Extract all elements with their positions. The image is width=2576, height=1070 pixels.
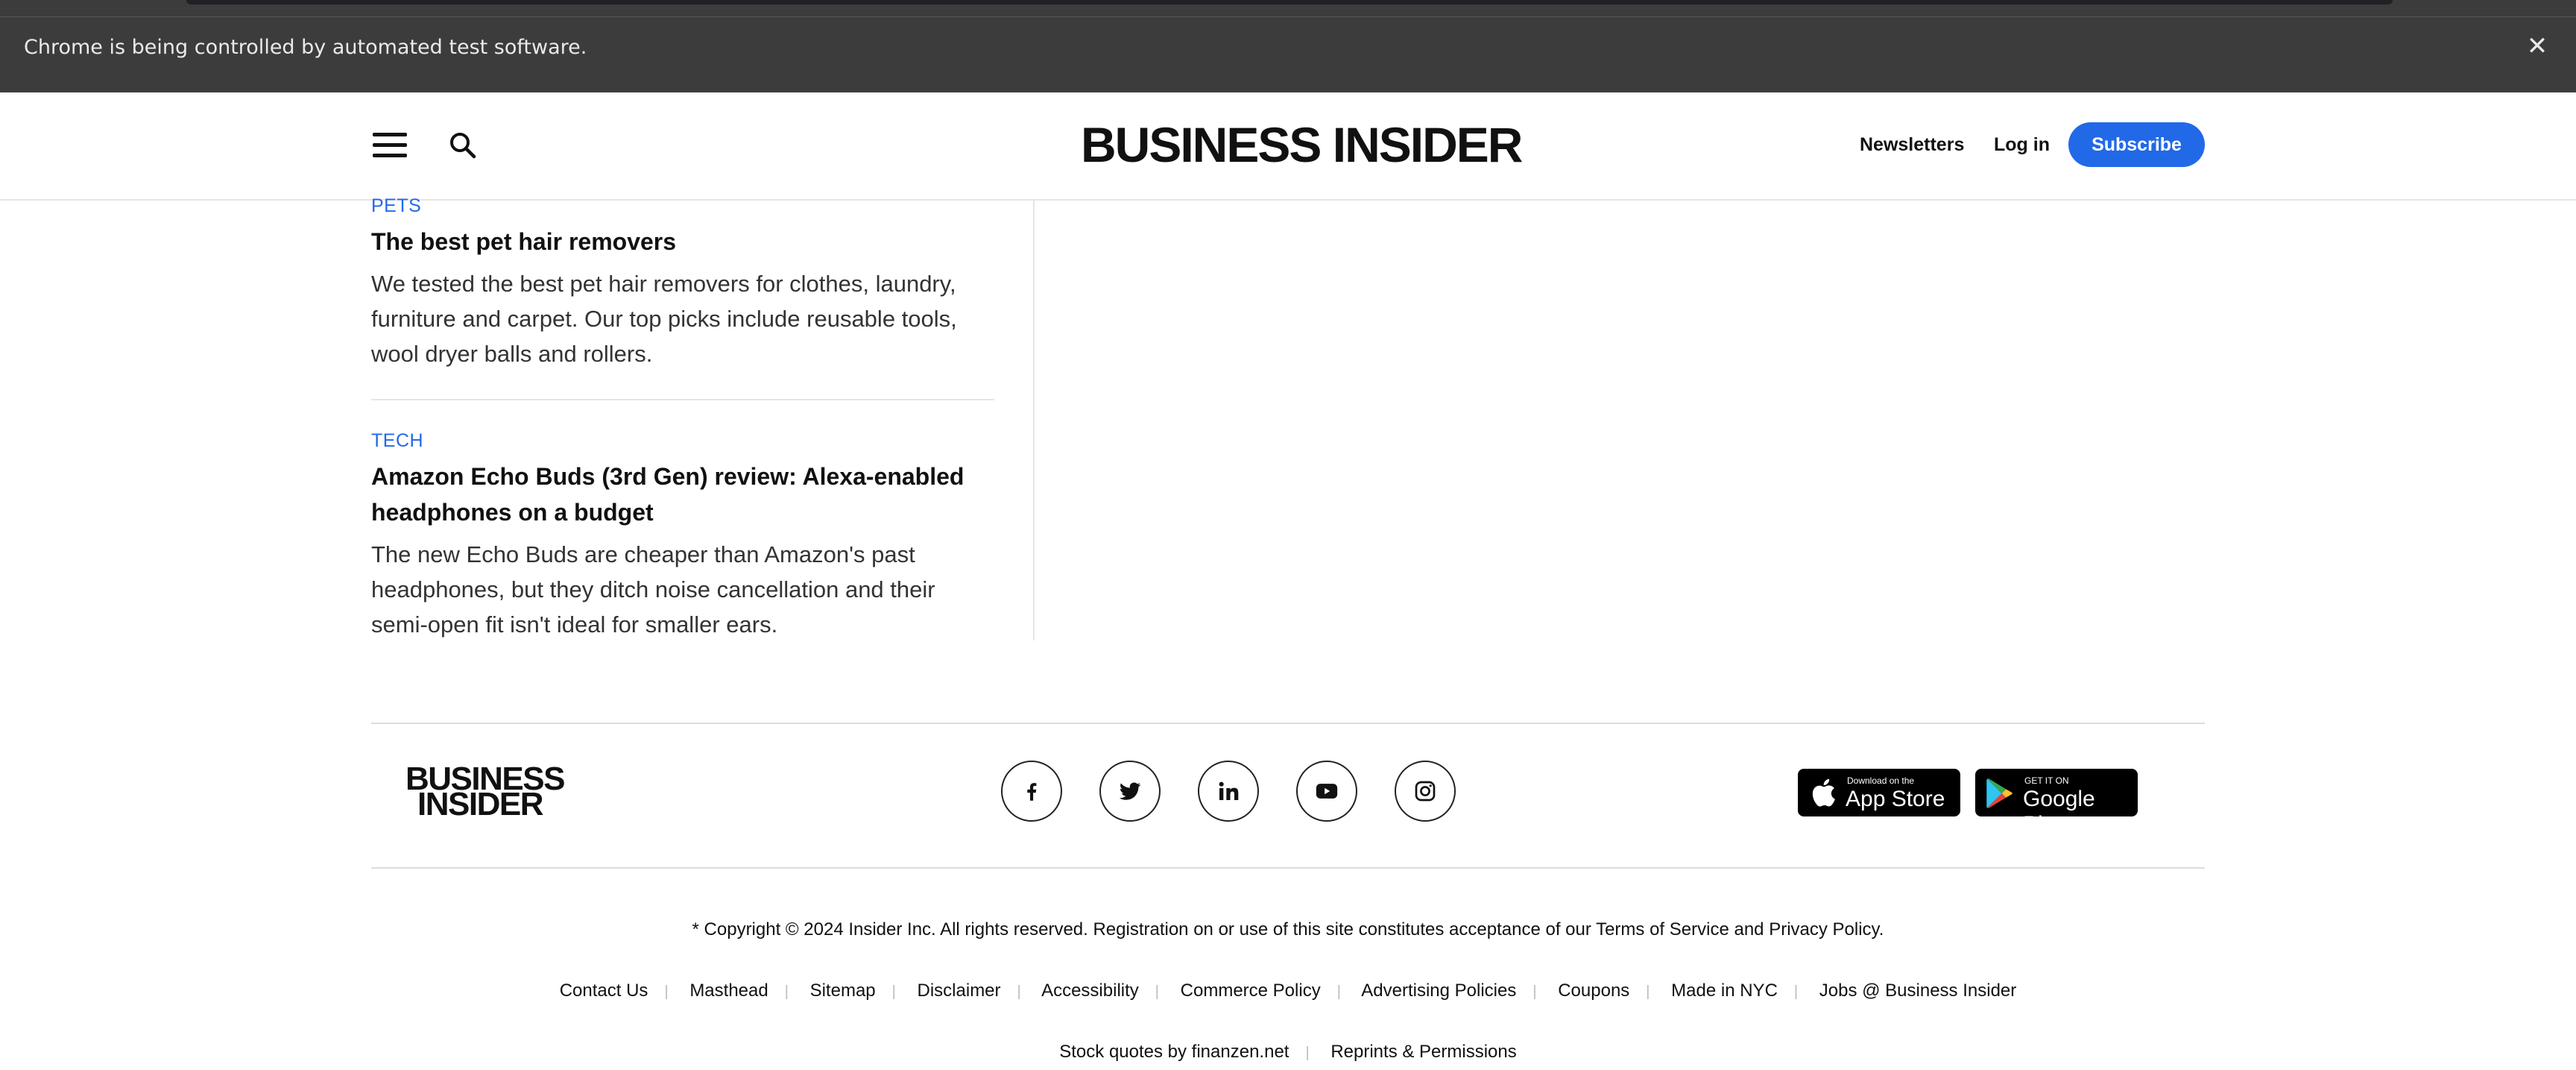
article-summary-line: headphones, but they ditch noise cancell… <box>371 576 935 602</box>
site-logo[interactable]: BUSINESS INSIDER <box>1081 118 1523 171</box>
menu-icon[interactable] <box>373 131 407 158</box>
footer-link-contact-us[interactable]: Contact Us <box>560 981 648 1001</box>
footer-logo-line: INSIDER <box>417 786 543 822</box>
app-store-small-text: Download on the <box>1847 775 1915 786</box>
article-summary: The new Echo Buds are cheaper than Amazo… <box>371 537 997 642</box>
article-category[interactable]: TECH <box>371 430 423 452</box>
footer-link-reprints[interactable]: Reprints & Permissions <box>1330 1042 1516 1062</box>
column-divider <box>1033 201 1035 641</box>
footer-link-commerce-policy[interactable]: Commerce Policy <box>1181 981 1321 1001</box>
footer-links: Contact Us | Masthead | Sitemap | Disclaime… <box>559 981 2017 1001</box>
close-icon[interactable]: ✕ <box>2524 33 2551 60</box>
youtube-icon[interactable] <box>1296 761 1357 822</box>
google-play-small-text: GET IT ON <box>2024 775 2069 786</box>
privacy-policy-link[interactable]: Privacy Policy <box>1769 919 1879 940</box>
twitter-icon[interactable] <box>1099 761 1161 822</box>
app-store-badge[interactable]: Download on the App Store <box>1798 769 1960 816</box>
copyright-period: . <box>1878 919 1884 940</box>
subscribe-button[interactable]: Subscribe <box>2068 122 2205 167</box>
instagram-icon[interactable] <box>1395 761 1456 822</box>
article-title[interactable]: Amazon Echo Buds (3rd Gen) review: Alexa… <box>371 459 997 530</box>
footer-bottom-divider <box>371 867 2205 869</box>
linkedin-icon[interactable] <box>1198 761 1259 822</box>
copyright-text: * Copyright © 2024 Insider Inc. All righ… <box>0 919 2576 940</box>
google-play-big-text: Google Play <box>2023 787 2095 837</box>
copyright-and: and <box>1734 919 1764 940</box>
login-link[interactable]: Log in <box>1994 131 2050 158</box>
footer-link-accessibility[interactable]: Accessibility <box>1041 981 1139 1001</box>
article-category[interactable]: PETS <box>371 195 421 217</box>
footer-links-secondary: Stock quotes by finanzen.net | Reprints &… <box>1059 1042 1517 1062</box>
footer-link-disclaimer[interactable]: Disclaimer <box>918 981 1001 1001</box>
article-separator <box>371 399 994 400</box>
footer-logo[interactable]: BUSINESS INSIDER <box>405 763 565 822</box>
article-title-line[interactable]: headphones on a budget <box>371 494 997 530</box>
google-play-icon <box>1986 778 2012 808</box>
facebook-icon[interactable] <box>1001 761 1062 822</box>
article-summary-line: semi-open fit isn't ideal for smaller ea… <box>371 611 778 638</box>
footer-link-made-in-nyc[interactable]: Made in NYC <box>1671 981 1778 1001</box>
article-title[interactable]: The best pet hair removers <box>371 224 997 259</box>
newsletters-link[interactable]: Newsletters <box>1860 131 1964 158</box>
article-summary-line: The new Echo Buds are cheaper than Amazo… <box>371 541 915 567</box>
search-icon[interactable] <box>449 131 477 160</box>
footer-link-sitemap[interactable]: Sitemap <box>810 981 876 1001</box>
app-store-big-text: App Store <box>1846 787 1945 811</box>
footer-link-advertising-policies[interactable]: Advertising Policies <box>1361 981 1516 1001</box>
google-play-badge[interactable]: GET IT ON Google Play <box>1975 769 2138 837</box>
copyright-prefix: * Copyright © 2024 Insider Inc. All righ… <box>692 919 1591 940</box>
article-summary-line: We tested the best pet hair removers for… <box>371 271 956 297</box>
browser-tab-strip <box>186 0 2393 4</box>
footer-link-jobs[interactable]: Jobs @ Business Insider <box>1819 981 2016 1001</box>
article-summary-line: furniture and carpet. Our top picks incl… <box>371 306 957 332</box>
apple-icon <box>1812 778 1835 807</box>
footer-top-divider <box>371 723 2205 724</box>
footer-link-masthead[interactable]: Masthead <box>689 981 768 1001</box>
footer-link-coupons[interactable]: Coupons <box>1558 981 1629 1001</box>
article-summary-line: wool dryer balls and rollers. <box>371 341 653 367</box>
automation-banner-text: Chrome is being controlled by automated … <box>24 36 587 59</box>
footer-link-stock-quotes[interactable]: Stock quotes by finanzen.net <box>1059 1042 1289 1062</box>
terms-of-service-link[interactable]: Terms of Service <box>1596 919 1729 940</box>
article-title-line[interactable]: Amazon Echo Buds (3rd Gen) review: Alexa… <box>371 459 997 494</box>
article-summary: We tested the best pet hair removers for… <box>371 266 997 371</box>
